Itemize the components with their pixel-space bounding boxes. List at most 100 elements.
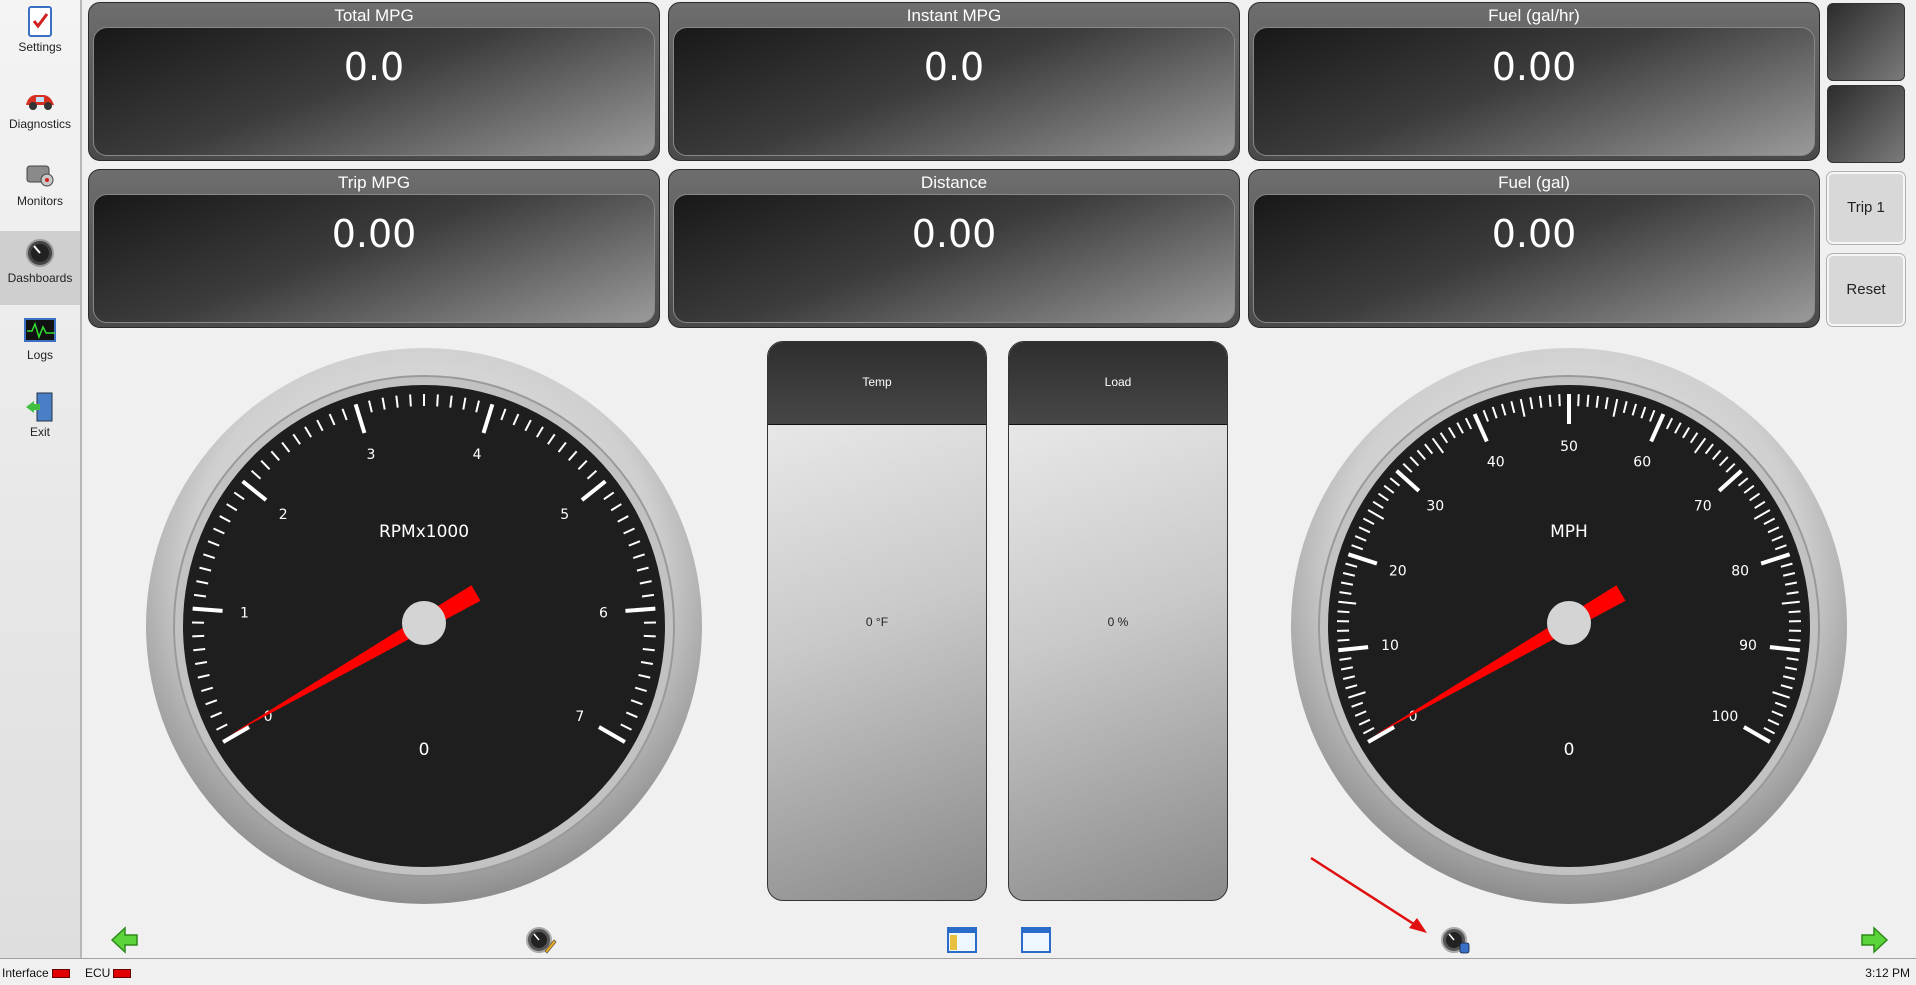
interface-label: Interface	[2, 966, 49, 980]
gauge-tick-label: 1	[240, 606, 249, 622]
settings-icon	[28, 6, 52, 37]
panel-title: Trip MPG	[337, 173, 411, 192]
distance-panel: Distance 0.00	[668, 169, 1240, 328]
gauge-major-tick	[625, 606, 656, 613]
edit-gauge-icon[interactable]	[525, 925, 557, 955]
gauge-tick-label: 100	[1712, 709, 1739, 725]
panel-title: Fuel (gal)	[1498, 173, 1570, 192]
gauge-minor-tick	[1558, 394, 1561, 407]
gauge-minor-tick	[1337, 610, 1350, 614]
sidebar-item-label: Diagnostics	[8, 117, 72, 131]
fuel-rate-panel: Fuel (gal/hr) 0.00	[1248, 2, 1820, 161]
gauge-tick-label: 80	[1731, 563, 1749, 579]
panel-value: 0.00	[911, 212, 997, 256]
app-window: { "sidebar": { "items": [ {"label": "Set…	[0, 0, 1916, 985]
gauge-minor-tick	[1548, 394, 1552, 407]
sidebar-item-label: Monitors	[16, 194, 63, 208]
sidebar-item-logs[interactable]: Logs	[0, 308, 80, 382]
sidebar-item-label: Dashboards	[7, 271, 73, 285]
blank-button-1[interactable]	[1827, 3, 1905, 81]
gauge-readout: 0	[419, 740, 430, 760]
rpm-gauge: 0123 4567 RPMx1000 0	[146, 348, 702, 904]
status-bar: Interface ECU 3:12 PM	[0, 958, 1916, 985]
gauge-tick-label: 2	[279, 507, 288, 523]
gauge-minor-tick	[449, 395, 453, 408]
ecu-led	[113, 969, 132, 979]
panel-value: 0.00	[1491, 45, 1577, 89]
bar-title: Load	[1104, 375, 1132, 389]
trip-1-button[interactable]: Trip 1	[1827, 172, 1905, 244]
gauge-title: RPMx1000	[379, 522, 469, 542]
gauge-tick-label: 6	[599, 606, 608, 622]
gauge-tick-label: 10	[1381, 638, 1399, 654]
gauge-minor-tick	[436, 394, 439, 407]
speed-gauge: 0102030405060708090100 MPH 0	[1291, 348, 1847, 904]
gauge-tick-label: 7	[575, 709, 584, 725]
gauge-tick-label: 4	[473, 447, 482, 463]
gauge-minor-tick	[1788, 638, 1801, 642]
gauge-minor-tick	[643, 634, 656, 638]
panel-title: Total MPG	[334, 6, 414, 25]
bar-value: 0 %	[1107, 615, 1129, 629]
panel-title: Distance	[920, 173, 988, 192]
gauge-minor-tick	[1577, 394, 1580, 407]
gauge-minor-tick	[642, 648, 655, 652]
sidebar-item-settings[interactable]: Settings	[0, 0, 80, 74]
exit-door-icon	[26, 392, 53, 422]
gauge-tick-label: 90	[1739, 638, 1757, 654]
panel-value: 0.00	[1491, 212, 1577, 256]
gauge-tick-label: 5	[560, 507, 569, 523]
panel-value: 0.0	[343, 45, 405, 89]
gauge-minor-tick	[193, 648, 206, 652]
ecu-status: ECU	[85, 966, 132, 980]
sidebar: Settings Diagnostics Monitors Dashboards…	[0, 0, 82, 958]
trip-mpg-panel: Trip MPG 0.00	[88, 169, 660, 328]
gauge-minor-tick	[395, 395, 399, 408]
bar-title: Temp	[862, 375, 892, 389]
sidebar-item-label: Exit	[29, 425, 50, 439]
needle-hub	[402, 601, 446, 645]
gauge-minor-tick	[192, 634, 205, 638]
gauge-tick-label: 40	[1487, 455, 1505, 471]
sidebar-item-diagnostics[interactable]: Diagnostics	[0, 77, 80, 151]
interface-led	[51, 969, 70, 979]
red-annotation-arrow	[1310, 856, 1427, 933]
ecu-label: ECU	[85, 966, 111, 980]
panel-title: Instant MPG	[906, 6, 1002, 25]
gauge-major-tick	[192, 606, 223, 613]
panel-value: 0.00	[331, 212, 417, 256]
arrow-right-icon[interactable]	[1858, 925, 1890, 955]
gauge-tick-label: 50	[1560, 439, 1578, 455]
gauge-minor-tick	[1788, 610, 1801, 614]
gauge-minor-tick	[409, 394, 412, 407]
bar-value: 0 °F	[865, 615, 889, 629]
gauge-settings-icon[interactable]	[1440, 925, 1472, 955]
sidebar-item-dashboards[interactable]: Dashboards	[0, 231, 80, 305]
gauge-tick-label: 70	[1694, 499, 1712, 515]
sidebar-item-exit[interactable]: Exit	[0, 385, 80, 459]
gauge-tick-label: 3	[366, 447, 375, 463]
monitors-icon	[26, 165, 54, 187]
sidebar-item-label: Logs	[26, 348, 54, 362]
panel-value: 0.0	[923, 45, 985, 89]
blank-button-2[interactable]	[1827, 85, 1905, 163]
window-icon[interactable]	[1020, 925, 1052, 955]
gauge-tick-label: 60	[1633, 455, 1651, 471]
instant-mpg-panel: Instant MPG 0.0	[668, 2, 1240, 161]
gauge-icon	[26, 239, 54, 267]
panel-title: Fuel (gal/hr)	[1488, 6, 1580, 25]
needle-hub	[1547, 601, 1591, 645]
gauge-title: MPH	[1550, 522, 1588, 542]
sidebar-item-label: Settings	[18, 40, 62, 54]
layout-sidebar-window-icon[interactable]	[946, 925, 978, 955]
clock: 3:12 PM	[1865, 966, 1910, 980]
temp-bar-gauge: Temp 0 °F	[767, 341, 987, 901]
gauge-tick-label: 20	[1389, 563, 1407, 579]
sidebar-item-monitors[interactable]: Monitors	[0, 154, 80, 228]
load-bar-gauge: Load 0 %	[1008, 341, 1228, 901]
gauge-minor-tick	[1586, 394, 1590, 407]
arrow-left-icon[interactable]	[109, 925, 141, 955]
reset-button[interactable]: Reset	[1827, 254, 1905, 326]
gauge-readout: 0	[1564, 740, 1575, 760]
total-mpg-panel: Total MPG 0.0	[88, 2, 660, 161]
